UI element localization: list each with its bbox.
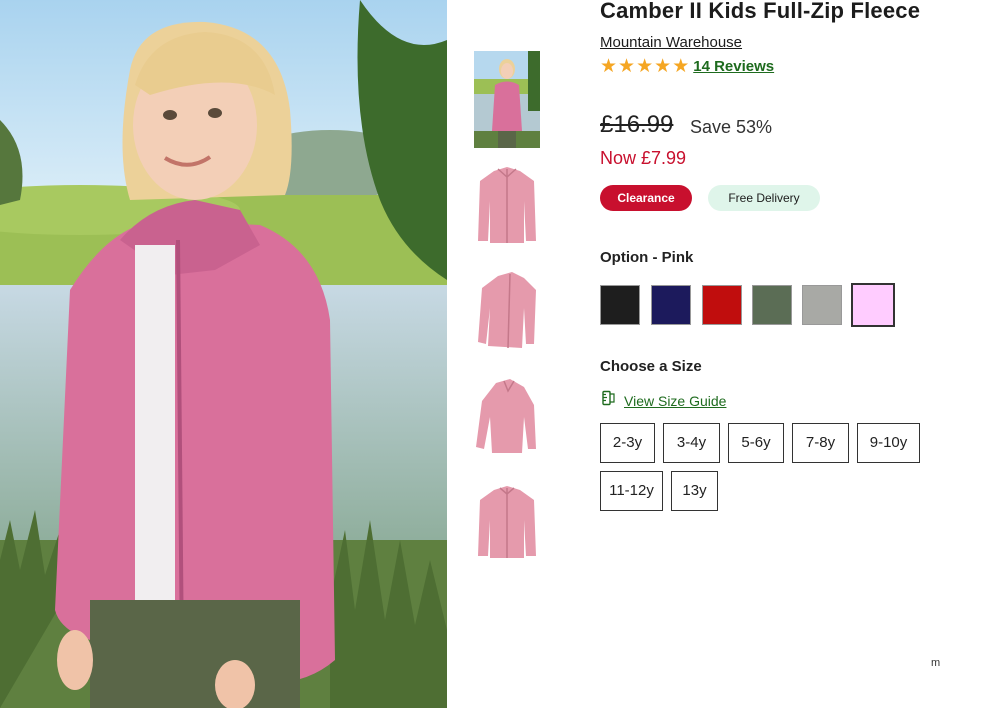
footer-mark: m	[931, 657, 941, 669]
product-title: Camber II Kids Full-Zip Fleece	[600, 0, 921, 23]
size-guide-link[interactable]: View Size Guide	[600, 390, 726, 411]
main-product-image[interactable]	[0, 0, 447, 708]
size-option-2-3y[interactable]: 2-3y	[600, 423, 655, 463]
size-option-13y[interactable]: 13y	[671, 471, 718, 511]
size-option-5-6y[interactable]: 5-6y	[728, 423, 784, 463]
swatch-red[interactable]	[702, 285, 742, 325]
size-option-7-8y[interactable]: 7-8y	[792, 423, 849, 463]
clearance-badge: Clearance	[600, 185, 692, 211]
rating-summary: ★ ★ ★ ★ ★ 14 Reviews	[600, 57, 774, 76]
thumbnail-model[interactable]	[474, 51, 540, 148]
star-icon: ★	[636, 55, 654, 77]
sale-price: Now £7.99	[600, 148, 687, 168]
size-option-9-10y[interactable]: 9-10y	[857, 423, 920, 463]
color-option-label: Option - Pink	[600, 249, 694, 266]
swatch-green[interactable]	[752, 285, 792, 325]
size-heading: Choose a Size	[600, 358, 702, 375]
thumbnail-back[interactable]	[474, 482, 540, 566]
swatch-pink[interactable]	[851, 283, 895, 327]
size-guide-label: View Size Guide	[624, 392, 727, 409]
original-price: £16.99	[600, 111, 674, 138]
thumbnail-side[interactable]	[474, 375, 540, 459]
swatch-navy[interactable]	[651, 285, 691, 325]
ruler-icon	[600, 390, 616, 411]
star-icon: ★	[672, 55, 690, 77]
star-icon: ★	[600, 55, 618, 77]
thumbnail-front[interactable]	[474, 163, 540, 247]
reviews-link[interactable]: 14 Reviews	[693, 58, 774, 75]
size-option-11-12y[interactable]: 11-12y	[600, 471, 663, 511]
free-delivery-badge: Free Delivery	[708, 185, 820, 211]
swatch-black[interactable]	[600, 285, 640, 325]
star-icon: ★	[654, 55, 672, 77]
brand-link[interactable]: Mountain Warehouse	[600, 34, 742, 51]
savings-text: Save 53%	[690, 117, 773, 137]
star-icon: ★	[618, 55, 636, 77]
thumbnail-angle[interactable]	[474, 268, 540, 352]
swatch-grey[interactable]	[802, 285, 842, 325]
size-option-3-4y[interactable]: 3-4y	[663, 423, 720, 463]
